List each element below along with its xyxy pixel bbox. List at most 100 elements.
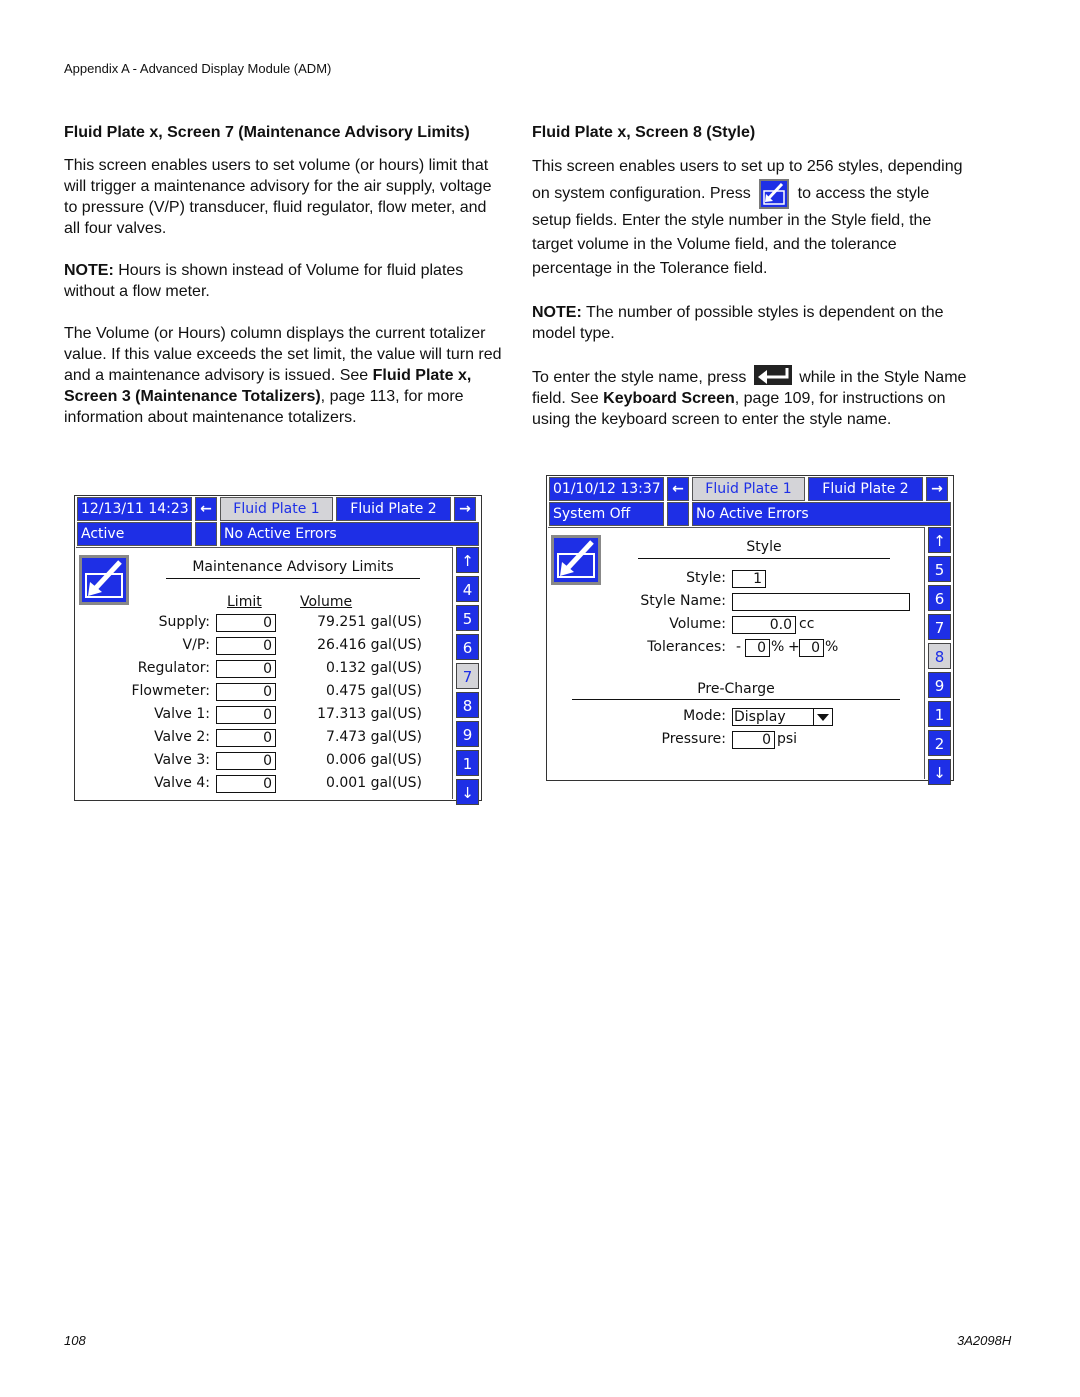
volume-value: 0.006 gal(US)	[326, 752, 422, 768]
paragraph: To enter the style name, press while in …	[532, 365, 972, 430]
column-header-limit: Limit	[227, 594, 262, 610]
volume-value: 0.001 gal(US)	[326, 775, 422, 791]
screen-button-8[interactable]: 8	[928, 643, 951, 669]
status-bar: Active No Active Errors	[75, 522, 481, 546]
style-number-input[interactable]: 1	[732, 570, 766, 588]
style-name-input[interactable]	[732, 593, 910, 611]
tolerance-plus-sign: +	[788, 639, 800, 655]
datetime: 12/13/11 14:23	[77, 497, 192, 521]
note-text: The number of possible styles is depende…	[532, 304, 944, 342]
volume-value: 26.416 gal(US)	[317, 637, 422, 653]
edit-screen-icon[interactable]	[551, 535, 601, 585]
tab-fluid-plate-1[interactable]: Fluid Plate 1	[220, 497, 333, 521]
mode-select[interactable]: Display	[732, 708, 814, 726]
limit-input[interactable]: 0	[216, 614, 276, 632]
tolerance-plus-input[interactable]: 0	[799, 639, 824, 657]
screen-button-6[interactable]: 6	[928, 585, 951, 611]
limit-input[interactable]: 0	[216, 637, 276, 655]
note-label: NOTE:	[64, 262, 114, 279]
screen-button-9[interactable]: 9	[456, 721, 479, 747]
paragraph: This screen enables users to set up to 2…	[532, 155, 972, 281]
right-arrow-icon[interactable]: →	[926, 477, 948, 501]
limit-input[interactable]: 0	[216, 729, 276, 747]
screen-button-4[interactable]: 4	[456, 576, 479, 602]
screen-button-8[interactable]: 8	[456, 692, 479, 718]
volume-unit: cc	[799, 616, 815, 632]
left-arrow-icon[interactable]: ←	[667, 477, 689, 501]
pressure-input[interactable]: 0	[732, 731, 775, 749]
screen-button-6[interactable]: 6	[456, 634, 479, 660]
note-paragraph: NOTE: Hours is shown instead of Volume f…	[64, 260, 504, 302]
cross-reference: Keyboard Screen	[603, 390, 735, 407]
title-divider	[166, 578, 420, 579]
document-id: 3A2098H	[957, 1333, 1012, 1348]
scroll-up-icon[interactable]: ↑	[456, 547, 479, 573]
tolerance-minus-input[interactable]: 0	[745, 639, 770, 657]
edit-screen-icon[interactable]	[79, 555, 129, 605]
screen-button-7[interactable]: 7	[928, 614, 951, 640]
percent-sign: %	[825, 639, 839, 655]
screen-title: Style	[746, 539, 782, 555]
precharge-divider	[572, 699, 900, 700]
limit-input[interactable]: 0	[216, 752, 276, 770]
error-status: No Active Errors	[692, 502, 951, 526]
scroll-up-icon[interactable]: ↑	[928, 527, 951, 553]
row-label: Valve 2:	[154, 729, 210, 745]
screen-button-1[interactable]: 1	[928, 701, 951, 727]
paragraph: This screen enables users to set volume …	[64, 157, 492, 237]
volume-value: 0.132 gal(US)	[326, 660, 422, 676]
screen-button-5[interactable]: 5	[456, 605, 479, 631]
adm-screen-8: 01/10/12 13:37 ← Fluid Plate 1 Fluid Pla…	[546, 475, 954, 785]
row-label: Flowmeter:	[131, 683, 210, 699]
column-header-volume: Volume	[300, 594, 353, 610]
status-indicator	[195, 522, 217, 546]
screen-button-1[interactable]: 1	[456, 750, 479, 776]
volume-value: 79.251 gal(US)	[317, 614, 422, 630]
adm-screen-7: 12/13/11 14:23 ← Fluid Plate 1 Fluid Pla…	[74, 495, 482, 805]
screen-button-5[interactable]: 5	[928, 556, 951, 582]
chevron-down-icon[interactable]	[813, 708, 833, 726]
row-label: Regulator:	[137, 660, 210, 676]
screen-button-9[interactable]: 9	[928, 672, 951, 698]
title-divider	[638, 558, 890, 559]
row-label: Supply:	[158, 614, 210, 630]
row-label: Valve 4:	[154, 775, 210, 791]
section-heading-screen7: Fluid Plate x, Screen 7 (Maintenance Adv…	[64, 124, 470, 141]
screen-button-7[interactable]: 7	[456, 663, 479, 689]
system-status: System Off	[549, 502, 664, 526]
left-arrow-icon[interactable]: ←	[195, 497, 217, 521]
error-status: No Active Errors	[220, 522, 479, 546]
percent-sign: %	[771, 639, 785, 655]
mode-label: Mode:	[683, 708, 726, 724]
page-header: Appendix A - Advanced Display Module (AD…	[64, 61, 332, 76]
note-paragraph: NOTE: The number of possible styles is d…	[532, 302, 972, 344]
tab-fluid-plate-1[interactable]: Fluid Plate 1	[692, 477, 805, 501]
system-status: Active	[77, 522, 192, 546]
scroll-down-icon[interactable]: ↓	[456, 779, 479, 805]
tab-fluid-plate-2[interactable]: Fluid Plate 2	[808, 477, 923, 501]
volume-input[interactable]: 0.0	[732, 616, 796, 634]
screen-nav-sidebar: ↑ 4 5 6 7 8 9 1 ↓	[456, 547, 479, 805]
top-bar: 01/10/12 13:37 ← Fluid Plate 1 Fluid Pla…	[547, 477, 953, 501]
screen-title: Maintenance Advisory Limits	[192, 559, 394, 575]
tolerance-minus-sign: -	[736, 639, 742, 655]
row-label: Valve 3:	[154, 752, 210, 768]
limit-input[interactable]: 0	[216, 706, 276, 724]
volume-value: 7.473 gal(US)	[326, 729, 422, 745]
right-arrow-icon[interactable]: →	[454, 497, 476, 521]
tab-fluid-plate-2[interactable]: Fluid Plate 2	[336, 497, 451, 521]
precharge-title: Pre-Charge	[697, 681, 775, 697]
screen-button-2[interactable]: 2	[928, 730, 951, 756]
volume-label: Volume:	[669, 616, 726, 632]
scroll-down-icon[interactable]: ↓	[928, 759, 951, 785]
row-label: V/P:	[182, 637, 210, 653]
limit-input[interactable]: 0	[216, 660, 276, 678]
limit-input[interactable]: 0	[216, 683, 276, 701]
screen-nav-sidebar: ↑ 5 6 7 8 9 1 2 ↓	[928, 527, 951, 785]
limit-input[interactable]: 0	[216, 775, 276, 793]
row-label: Valve 1:	[154, 706, 210, 722]
section-heading-screen8: Fluid Plate x, Screen 8 (Style)	[532, 124, 756, 141]
status-bar: System Off No Active Errors	[547, 502, 953, 526]
note-label: NOTE:	[532, 304, 582, 321]
tolerances-label: Tolerances:	[647, 639, 726, 655]
